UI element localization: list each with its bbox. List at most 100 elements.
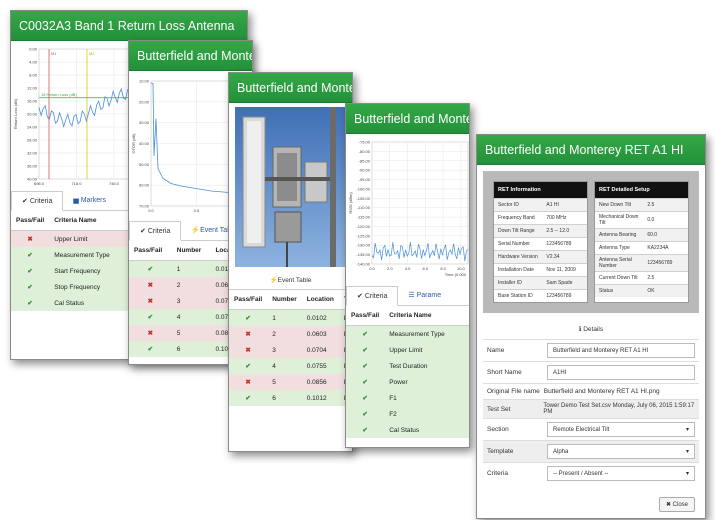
- y-tick-label: 0.00: [29, 47, 38, 52]
- table-row[interactable]: ✔ F1: [346, 390, 469, 406]
- fail-icon: ✖: [11, 230, 50, 247]
- table-row[interactable]: ✔ Cal Status: [346, 422, 469, 438]
- tab-parameters[interactable]: ☰ Parame: [398, 286, 451, 306]
- close-button[interactable]: ✖ Close: [658, 497, 695, 512]
- x-tick-label: 2.0: [387, 266, 393, 271]
- y-tick-label: 60.00: [139, 183, 150, 188]
- x-tick-label: 696.0: [34, 181, 45, 186]
- criteria-table: Pass/Fail Criteria Name ✔ Measurement Typ…: [346, 306, 469, 438]
- details-heading: ℹ Details: [477, 319, 705, 339]
- ret-row-value: 0.0: [647, 217, 655, 223]
- ret-row: Antenna Bearing 60.0: [595, 228, 688, 241]
- event-table: Pass/Fail Number Location Ty ✔10.0102Re✖…: [229, 290, 352, 406]
- ret-row: Antenna Type KA2234A: [595, 241, 688, 254]
- table-row[interactable]: ✔ Upper Limit: [346, 342, 469, 358]
- check-icon: ✔: [140, 227, 148, 235]
- x-tick-label: 0.0: [148, 208, 154, 213]
- tab-markers[interactable]: ▅ Markers: [63, 191, 116, 211]
- ret-detailed-setup: RET Detailed Setup New Down Tilt 2.5 Mecha…: [594, 181, 689, 303]
- cell-name: Power: [384, 374, 469, 390]
- tab-criteria[interactable]: ✔ Criteria: [11, 190, 64, 211]
- col-pass-fail: Pass/Fail: [229, 290, 268, 310]
- cell-number: 5: [267, 374, 302, 390]
- pass-icon: ✔: [129, 309, 172, 325]
- section-select[interactable]: Remote Electrical Tilt ▾: [547, 422, 695, 437]
- pass-icon: ✔: [229, 390, 268, 406]
- fail-icon: ✖: [229, 326, 268, 342]
- table-row[interactable]: ✖30.0704Re: [229, 342, 352, 358]
- tab-criteria-label: Criteria: [29, 197, 53, 205]
- y-axis-label: Return Loss (dB): [13, 98, 18, 129]
- cell-location: 0.0102: [301, 309, 339, 326]
- ret-row: Frequency Band 700 MHz: [494, 211, 587, 224]
- cell-number: 2: [171, 277, 211, 293]
- table-row[interactable]: ✔ Power: [346, 374, 469, 390]
- cell-number: 6: [171, 341, 211, 357]
- table-row[interactable]: ✖50.0856Re: [229, 374, 352, 390]
- template-select[interactable]: Alpha ▾: [547, 444, 695, 459]
- limit-label: 15 Return Loss (dB): [41, 92, 77, 97]
- y-tick-label: -100.00: [356, 186, 370, 191]
- ret-row-key: Status: [599, 288, 614, 294]
- cell-location: 0.0755: [301, 358, 339, 374]
- y-tick-label: 32.00: [27, 151, 38, 156]
- table-row[interactable]: ✖20.0603Re: [229, 326, 352, 342]
- fail-icon: ✖: [229, 374, 268, 390]
- ret-row-key: New Down Tilt: [599, 202, 631, 208]
- name-input[interactable]: Butterfield and Monterey RET A1 HI: [547, 343, 695, 358]
- ret-row: Antenna Serial Number 123456789: [595, 254, 688, 271]
- y-axis-label: RSSI (dBm): [348, 192, 353, 214]
- y-tick-label: 30.00: [139, 120, 150, 125]
- col-pass-fail: Pass/Fail: [129, 241, 172, 261]
- window-title: Butterfield and Monterey RET A1 HI: [477, 135, 705, 165]
- table-row[interactable]: ✔ Test Duration: [346, 358, 469, 374]
- x-tick-label: 8.0: [440, 266, 446, 271]
- check-icon: ✔: [357, 292, 365, 300]
- ret-row-value: 123456789: [546, 241, 572, 247]
- cell-location: 0.0704: [301, 342, 339, 358]
- pass-icon: ✔: [346, 406, 385, 422]
- ret-info-panel: RET Information Sector ID A1 HI Frequency …: [483, 171, 699, 313]
- ret-row-key: Hardware Version: [498, 254, 538, 260]
- y-tick-label: -135.00: [356, 252, 370, 257]
- test-set-value: Tower Demo Test Set.csv Monday, July 06,…: [543, 403, 695, 415]
- ret-information: RET Information Sector ID A1 HI Frequency …: [493, 181, 588, 303]
- event-table-tab[interactable]: ⚡Event Table: [229, 271, 352, 290]
- tab-criteria[interactable]: ✔ Criteria: [346, 285, 399, 306]
- table-row[interactable]: ✔40.0755Re: [229, 358, 352, 374]
- window-gamma-antenna: Butterfield and Monterey Gamma 1 Antenna: [228, 72, 353, 452]
- tab-criteria[interactable]: ✔ Criteria: [129, 220, 182, 241]
- ret-row-value: 123456789: [546, 293, 572, 299]
- original-file-label: Original File name: [487, 388, 540, 395]
- table-row[interactable]: ✔ F2: [346, 406, 469, 422]
- ret-row-key: Down Tilt Range: [498, 228, 535, 234]
- y-tick-label: -115.00: [357, 215, 371, 220]
- table-row[interactable]: ✔ Measurement Type: [346, 325, 469, 342]
- table-row[interactable]: ✔60.1012Fa: [229, 390, 352, 406]
- col-number: Number: [267, 290, 302, 310]
- event-table-tab-label: Event Table: [277, 277, 312, 284]
- tab-parameters-label: Parame: [416, 291, 442, 299]
- ret-row: Hardware Version V2.34: [494, 250, 587, 263]
- window-title: C0032A3 Band 1 Return Loss Antenna: [11, 11, 247, 41]
- ret-row-key: Serial Number: [498, 241, 530, 247]
- criteria-select[interactable]: -- Present / Absent -- ▾: [547, 466, 695, 481]
- name-label: Name: [487, 347, 505, 354]
- ret-row-key: Current Down Tilt: [599, 275, 638, 281]
- fail-icon: ✖: [129, 293, 172, 309]
- table-row[interactable]: ✔10.0102Re: [229, 309, 352, 326]
- test-set-label: Test Set: [487, 405, 511, 413]
- y-tick-label: 28.00: [27, 138, 38, 143]
- antenna-photo: [229, 103, 352, 271]
- short-name-input[interactable]: A1HI: [547, 365, 695, 380]
- col-number: Number: [171, 241, 211, 261]
- marker-m2-label: M2: [89, 51, 95, 56]
- short-name-label: Short Name: [487, 369, 522, 376]
- original-file-row: Original File name Butterfield and Monte…: [483, 383, 699, 399]
- template-row: Template Alpha ▾: [483, 440, 699, 462]
- cell-location: 0.0603: [301, 326, 339, 342]
- rssi-chart-svg: -75.00 -80.00 -85.00 -90.00 -95.00 -100.00 -10…: [348, 140, 469, 277]
- cell-name: Test Duration: [384, 358, 469, 374]
- ret-row-value: 2.5: [647, 275, 655, 281]
- tab-bar: ✔ Criteria ☰ Parame: [346, 285, 469, 306]
